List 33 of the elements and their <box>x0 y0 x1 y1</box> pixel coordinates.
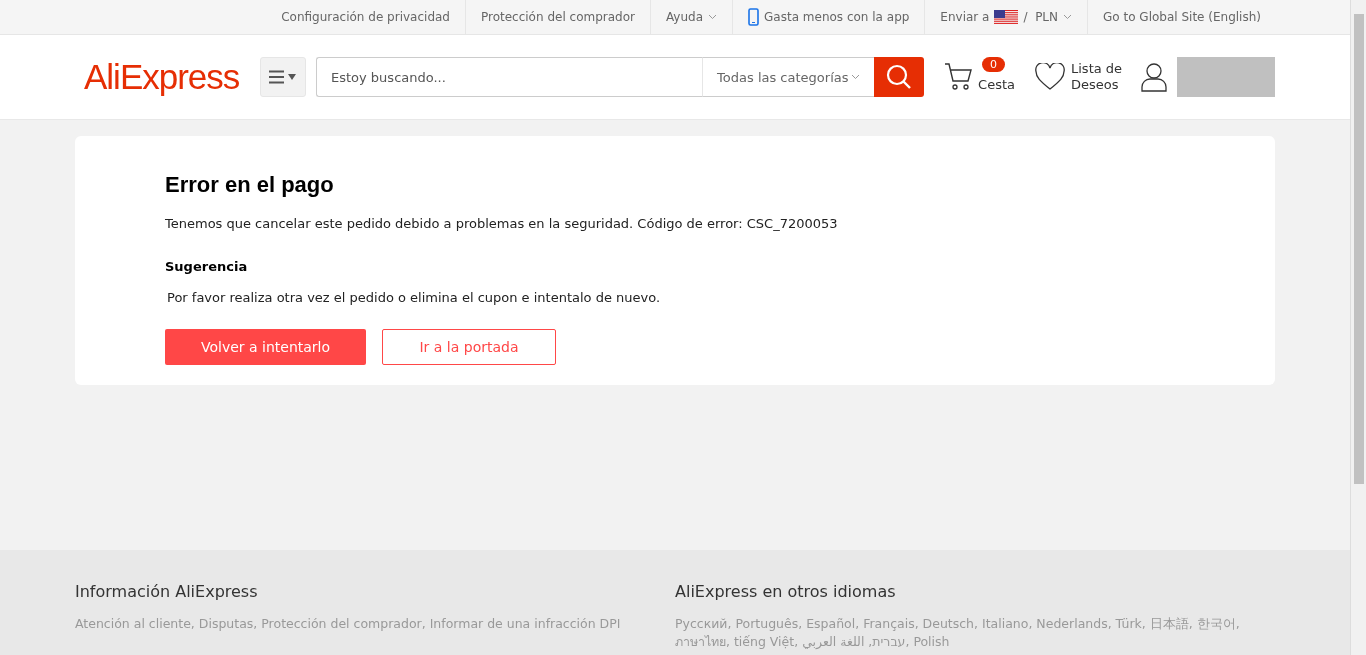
chevron-down-icon <box>851 74 861 80</box>
flag-icon <box>994 9 1019 25</box>
error-message: Tenemos que cancelar este pedido debido a problemas en la seguridad. Código de error: CSC_7200053 <box>165 216 839 231</box>
retry-button[interactable]: Volver a intentarlo <box>165 329 366 365</box>
menu-icon <box>269 70 297 84</box>
error-title: Error en el pago <box>165 172 335 198</box>
search-icon <box>886 64 913 90</box>
help-menu[interactable]: Ayuda <box>649 0 733 34</box>
search-button[interactable] <box>874 57 925 97</box>
wishlist-link[interactable]: Lista de Deseos <box>1071 61 1131 93</box>
cart-count-badge: 0 <box>982 56 1006 72</box>
footer-heading: Información AliExpress <box>75 582 259 601</box>
top-link[interactable]: Configuración de privacidad <box>266 0 465 34</box>
category-dropdown[interactable]: Todas las categorías <box>702 57 875 97</box>
phone-icon <box>748 8 760 26</box>
ship-to-selector[interactable]: Enviar a / PLN <box>924 0 1088 34</box>
home-button[interactable]: Ir a la portada <box>382 329 556 365</box>
heart-icon[interactable] <box>1035 63 1065 91</box>
cart-label[interactable]: Cesta <box>978 76 1015 92</box>
logo[interactable]: AliExpress <box>84 57 250 97</box>
search-field[interactable]: Estoy buscando... <box>316 57 703 97</box>
chevron-down-icon <box>708 14 718 20</box>
suggestion-text: Por favor realiza otra vez el pedido o elimina el cupon e intentalo de nuevo. <box>167 290 662 305</box>
category-menu-button[interactable] <box>260 57 306 97</box>
scrollbar[interactable] <box>1350 0 1366 655</box>
app-link[interactable]: Gasta menos con la app <box>732 0 925 34</box>
chevron-down-icon <box>1063 14 1073 20</box>
footer-heading: AliExpress en otros idiomas <box>675 582 897 601</box>
suggestion-title: Sugerencia <box>165 259 249 274</box>
user-icon[interactable] <box>1141 62 1167 92</box>
top-link[interactable]: Protección del comprador <box>464 0 650 34</box>
cart-icon[interactable] <box>944 63 975 91</box>
top-link[interactable]: Go to Global Site (English) <box>1087 0 1276 34</box>
